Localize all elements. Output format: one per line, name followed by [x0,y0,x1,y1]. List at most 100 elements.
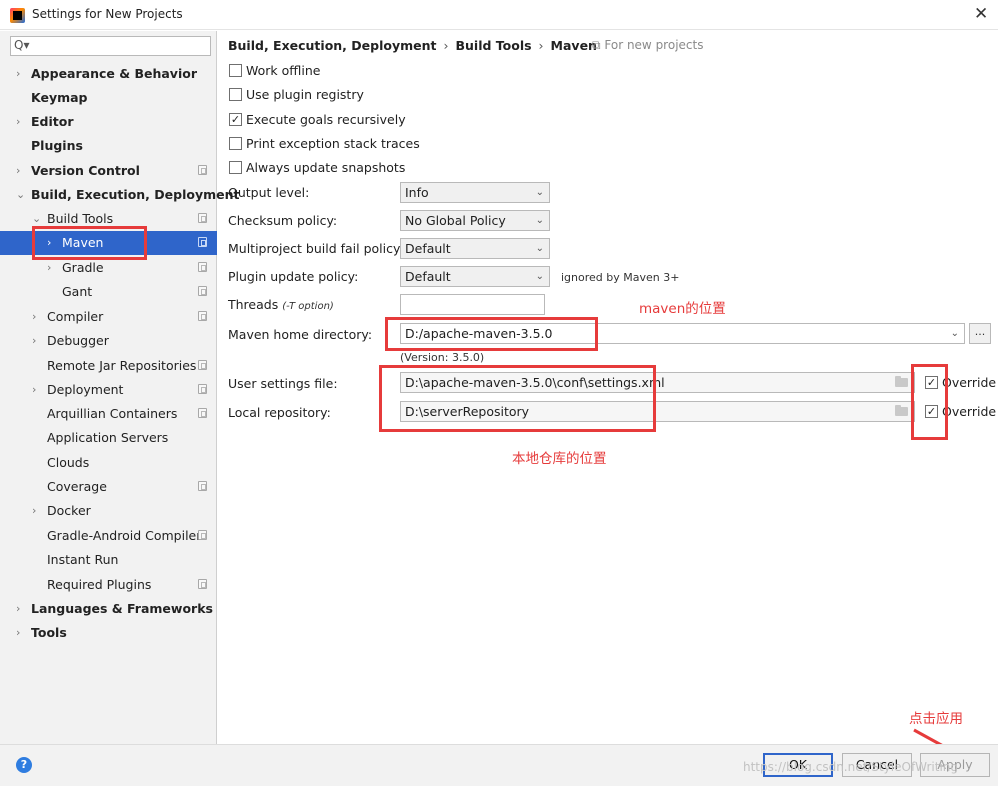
multiproject-fail-policy-select[interactable]: Default ⌄ [400,238,550,259]
plugin-update-policy-select[interactable]: Default ⌄ [400,266,550,287]
select-value: Info [405,185,429,200]
checkbox-label: Work offline [246,63,321,78]
select-value: Default [405,269,451,284]
sidebar-item-label: Remote Jar Repositories [47,358,197,373]
maven-location-annotation: maven的位置 [639,301,726,317]
project-level-icon [198,237,207,247]
sidebar-item-build-execution-deployment[interactable]: ⌄ Build, Execution, Deployment [0,183,239,207]
select-value: Default [405,241,451,256]
maven-home-highlight [385,317,598,351]
sidebar-item-label: Docker [47,503,91,518]
breadcrumb: Build, Execution, Deployment › Build Tools… [228,38,597,53]
sidebar-item-label: Version Control [31,163,140,178]
chevron-down-icon: ⌄ [535,271,544,282]
sidebar-item-gant[interactable]: Gant [0,280,217,304]
sidebar-item-required-plugins[interactable]: Required Plugins [0,573,217,597]
sidebar-item-appearance-behavior[interactable]: › Appearance & Behavior [0,62,217,86]
chevron-right-icon: › [16,626,21,639]
click-apply-annotation: 点击应用 [909,711,963,727]
checkbox-box[interactable] [229,161,242,174]
checkbox-box[interactable] [229,88,242,101]
checkbox-box[interactable] [229,137,242,150]
output-level-select[interactable]: Info ⌄ [400,182,550,203]
title-bar: Settings for New Projects ✕ [0,0,998,30]
sidebar-item-label: Plugins [31,138,83,153]
sidebar-item-label: Editor [31,114,74,129]
project-level-icon [198,262,207,272]
project-level-icon [198,213,207,223]
project-level-icon [198,311,207,321]
project-level-icon [198,481,207,491]
sidebar-item-plugins[interactable]: Plugins [0,134,217,158]
sidebar-item-label: Languages & Frameworks [31,601,213,616]
sidebar-item-application-servers[interactable]: Application Servers [0,426,217,450]
sidebar-item-tools[interactable]: › Tools [0,621,217,645]
sidebar-item-gradle-android-compiler[interactable]: Gradle-Android Compiler [0,524,217,548]
sidebar-item-editor[interactable]: › Editor [0,110,217,134]
project-level-icon [198,286,207,296]
chevron-down-icon: ⌄ [535,187,544,198]
checkbox-label: Print exception stack traces [246,136,420,151]
checkbox-box[interactable]: ✓ [229,113,242,126]
output-level-label: Output level: [228,185,310,200]
breadcrumb-item: Build, Execution, Deployment [228,38,437,53]
checkbox-label: Use plugin registry [246,87,364,102]
browse-maven-home-button[interactable]: ... [969,323,991,344]
folder-icon[interactable] [895,376,908,387]
project-level-icon [198,360,207,370]
sidebar-item-instant-run[interactable]: Instant Run [0,548,217,572]
maven-version-label: (Version: 3.5.0) [400,351,485,364]
maven-tree-highlight [32,226,147,260]
chevron-right-icon: › [32,334,37,347]
sidebar-item-label: Instant Run [47,552,119,567]
intellij-app-icon [10,8,25,23]
chevron-down-icon: ⌄ [535,243,544,254]
sidebar-item-clouds[interactable]: Clouds [0,451,217,475]
settings-paths-highlight [379,365,656,432]
chevron-down-icon: ⌄ [535,215,544,226]
help-icon[interactable]: ? [16,757,32,773]
breadcrumb-separator: › [538,38,544,53]
sidebar-item-label: Compiler [47,309,104,324]
checkbox-label: Override [942,375,997,390]
sidebar-item-keymap[interactable]: Keymap [0,86,217,110]
chevron-right-icon: › [16,164,21,177]
chevron-right-icon: › [32,383,37,396]
checkbox-box[interactable] [229,64,242,77]
override-highlight [911,364,948,440]
checksum-policy-label: Checksum policy: [228,213,338,228]
chevron-right-icon: › [32,504,37,517]
sidebar-item-coverage[interactable]: Coverage [0,475,217,499]
sidebar-item-arquillian-containers[interactable]: Arquillian Containers [0,402,217,426]
select-value: No Global Policy [405,213,506,228]
project-level-icon [198,165,207,175]
window-title: Settings for New Projects [32,7,183,21]
checkbox-label: Override [942,404,997,419]
sidebar-item-docker[interactable]: › Docker [0,499,217,523]
chevron-right-icon: › [16,115,21,128]
scope-label: ⧉ For new projects [592,38,704,52]
project-level-icon [198,408,207,418]
sidebar-item-label: Clouds [47,455,90,470]
project-level-icon [198,579,207,589]
checksum-policy-select[interactable]: No Global Policy ⌄ [400,210,550,231]
multiproject-fail-policy-label: Multiproject build fail policy: [228,241,404,256]
threads-input[interactable] [400,294,545,315]
threads-hint: (-T option) [282,301,334,312]
sidebar-item-languages-frameworks[interactable]: › Languages & Frameworks [0,597,217,621]
checkbox-label: Always update snapshots [246,160,406,175]
sidebar-item-label: Deployment [47,382,124,397]
sidebar-item-deployment[interactable]: › Deployment [0,378,217,402]
settings-sidebar: Q▾ › Appearance & Behavior Keymap › Edit… [0,31,239,744]
sidebar-item-version-control[interactable]: › Version Control [0,159,217,183]
sidebar-item-remote-jar-repositories[interactable]: Remote Jar Repositories [0,354,217,378]
folder-icon[interactable] [895,405,908,416]
close-icon[interactable]: ✕ [974,4,988,24]
sidebar-item-label: Application Servers [47,430,169,445]
user-settings-label: User settings file: [228,376,338,391]
sidebar-item-debugger[interactable]: › Debugger [0,329,217,353]
sidebar-item-compiler[interactable]: › Compiler [0,305,217,329]
checkbox-label: Execute goals recursively [246,112,406,127]
watermark-text: https://blog.csdn.net/StyleOfWriting [743,760,959,774]
settings-search-input[interactable]: Q▾ [10,36,211,56]
